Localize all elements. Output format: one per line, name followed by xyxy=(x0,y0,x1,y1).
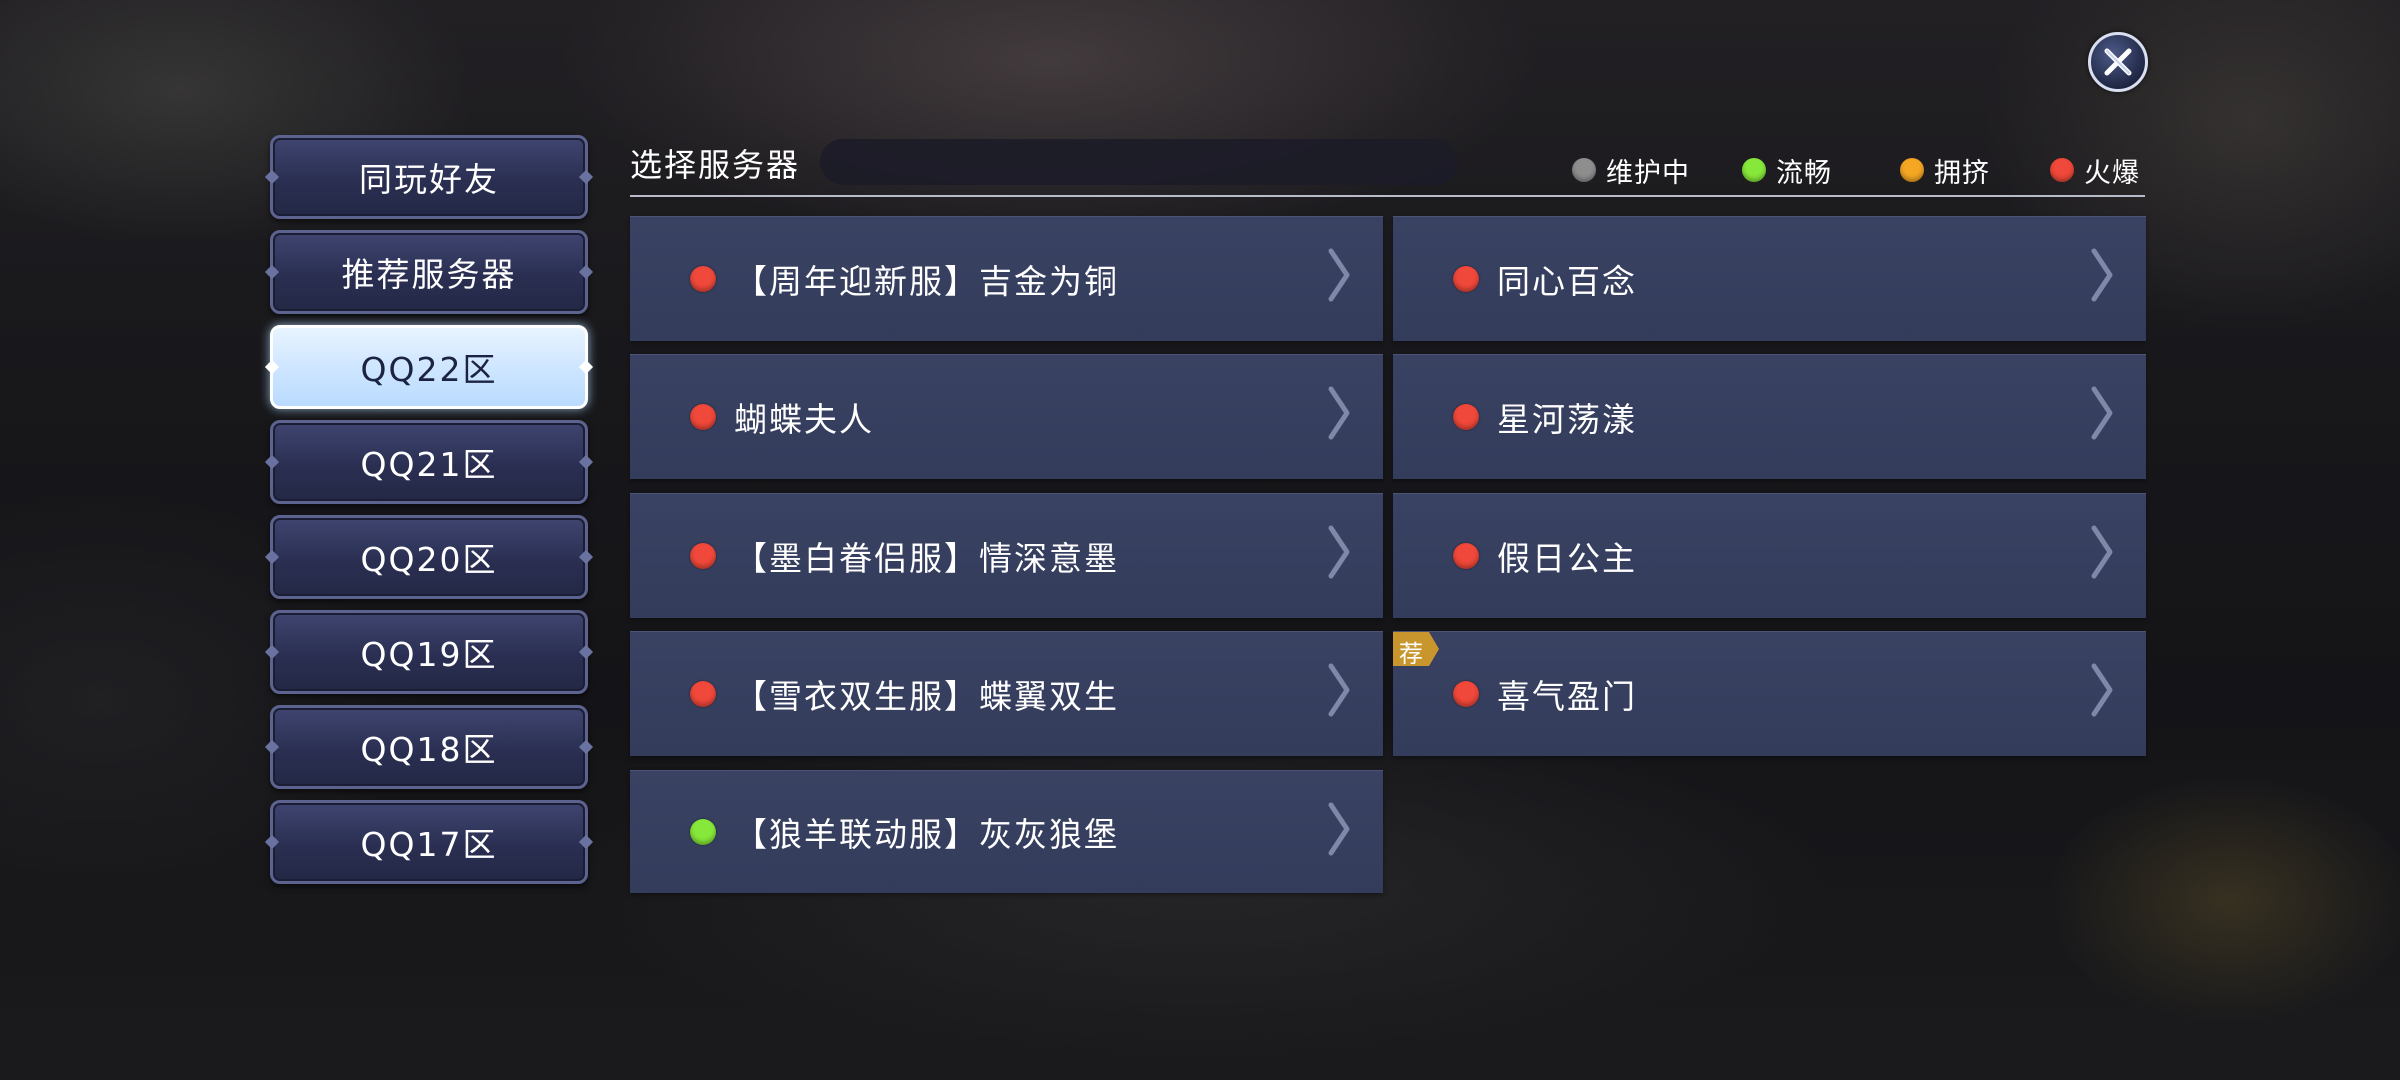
chevron-right-icon xyxy=(2091,386,2113,440)
tab-qq21[interactable]: QQ21区 xyxy=(270,420,588,504)
status-dot xyxy=(2050,158,2074,182)
server-card[interactable]: 蝴蝶夫人 xyxy=(630,354,1383,479)
status-dot xyxy=(690,681,716,707)
chevron-right-icon xyxy=(1328,802,1350,856)
status-dot xyxy=(690,404,716,430)
status-dot xyxy=(1453,266,1479,292)
tab-friends[interactable]: 同玩好友 xyxy=(270,135,588,219)
tab-label: 同玩好友 xyxy=(359,160,499,199)
tab-recommended[interactable]: 推荐服务器 xyxy=(270,230,588,314)
legend-label: 维护中 xyxy=(1606,157,1690,189)
tab-label: QQ22区 xyxy=(360,350,498,389)
server-card[interactable]: 假日公主 xyxy=(1393,493,2146,618)
server-card[interactable]: 【雪衣双生服】蝶翼双生 xyxy=(630,631,1383,756)
legend-hot: 火爆 xyxy=(2050,150,2140,190)
tab-qq19[interactable]: QQ19区 xyxy=(270,610,588,694)
title-bar-decoration xyxy=(820,139,1458,185)
tab-qq18[interactable]: QQ18区 xyxy=(270,705,588,789)
tab-label: 推荐服务器 xyxy=(341,255,517,294)
status-dot xyxy=(1742,158,1766,182)
chevron-right-icon xyxy=(1328,248,1350,302)
legend-crowded: 拥挤 xyxy=(1900,150,1990,190)
server-card[interactable]: 【周年迎新服】吉金为铜 xyxy=(630,216,1383,341)
chevron-right-icon xyxy=(2091,663,2113,717)
status-dot xyxy=(1453,404,1479,430)
recommend-badge: 荐 xyxy=(1393,632,1439,668)
status-dot xyxy=(1900,158,1924,182)
chevron-right-icon xyxy=(1328,386,1350,440)
server-name: 【周年迎新服】吉金为铜 xyxy=(734,262,1119,301)
legend-smooth: 流畅 xyxy=(1742,150,1832,190)
tab-label: QQ19区 xyxy=(360,635,498,674)
status-dot xyxy=(690,819,716,845)
server-name: 假日公主 xyxy=(1497,539,1637,578)
tab-label: QQ17区 xyxy=(360,825,498,864)
close-icon xyxy=(2104,48,2132,76)
chevron-right-icon xyxy=(1328,663,1350,717)
server-card[interactable]: 星河荡漾 xyxy=(1393,354,2146,479)
server-select-screen: 同玩好友 推荐服务器 QQ22区 QQ21区 QQ20区 QQ19区 QQ18区… xyxy=(0,0,2400,1080)
server-name: 【狼羊联动服】灰灰狼堡 xyxy=(734,815,1119,854)
server-name: 【雪衣双生服】蝶翼双生 xyxy=(734,677,1119,716)
server-name: 蝴蝶夫人 xyxy=(734,400,874,439)
status-dot xyxy=(690,266,716,292)
close-button[interactable] xyxy=(2088,32,2148,92)
server-name: 星河荡漾 xyxy=(1497,400,1637,439)
status-dot xyxy=(1453,681,1479,707)
chevron-right-icon xyxy=(1328,525,1350,579)
tab-label: QQ20区 xyxy=(360,540,498,579)
tab-label: QQ18区 xyxy=(360,730,498,769)
chevron-right-icon xyxy=(2091,248,2113,302)
server-card[interactable]: 【狼羊联动服】灰灰狼堡 xyxy=(630,770,1383,893)
tab-qq17[interactable]: QQ17区 xyxy=(270,800,588,884)
tab-qq20[interactable]: QQ20区 xyxy=(270,515,588,599)
server-card[interactable]: 荐 喜气盈门 xyxy=(1393,631,2146,756)
tab-qq22[interactable]: QQ22区 xyxy=(270,325,588,409)
legend-label: 火爆 xyxy=(2084,157,2140,189)
server-name: 同心百念 xyxy=(1497,262,1637,301)
recommend-badge-label: 荐 xyxy=(1399,640,1423,668)
tab-label: QQ21区 xyxy=(360,445,498,484)
legend-label: 拥挤 xyxy=(1934,157,1990,189)
page-title: 选择服务器 xyxy=(630,146,801,184)
legend-label: 流畅 xyxy=(1776,157,1832,189)
server-card[interactable]: 【墨白眷侣服】情深意墨 xyxy=(630,493,1383,618)
status-dot xyxy=(1453,543,1479,569)
server-name: 喜气盈门 xyxy=(1497,677,1637,716)
server-name: 【墨白眷侣服】情深意墨 xyxy=(734,539,1119,578)
chevron-right-icon xyxy=(2091,525,2113,579)
legend-maintenance: 维护中 xyxy=(1572,150,1690,190)
status-dot xyxy=(690,543,716,569)
server-card[interactable]: 同心百念 xyxy=(1393,216,2146,341)
status-dot xyxy=(1572,158,1596,182)
header-divider xyxy=(630,195,2145,197)
